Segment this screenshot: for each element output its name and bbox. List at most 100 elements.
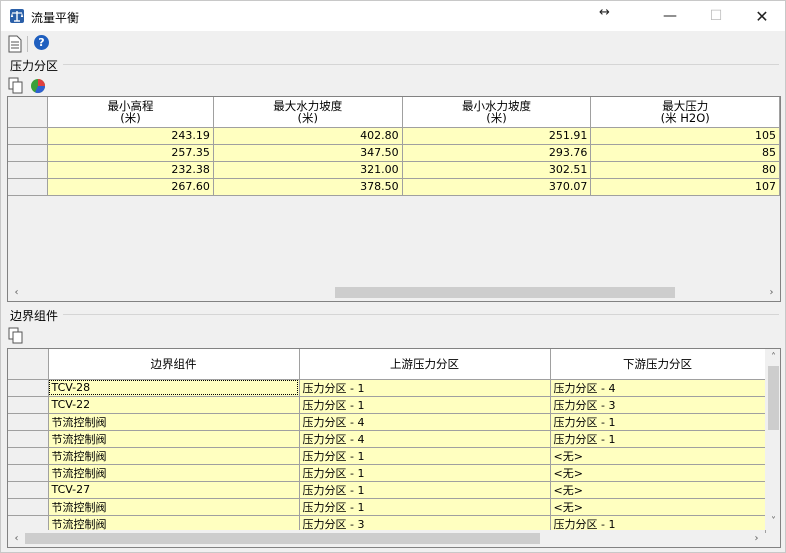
scroll-left-icon[interactable]: ‹: [8, 284, 25, 301]
row-header[interactable]: [8, 498, 49, 516]
table-row[interactable]: 243.19 402.80 251.91 105: [8, 127, 780, 145]
report-icon[interactable]: [6, 35, 24, 53]
downstream-zone-cell[interactable]: 压力分区 - 3: [550, 396, 766, 414]
column-header[interactable]: 边界组件: [48, 349, 300, 380]
downstream-zone-cell[interactable]: <无>: [550, 447, 766, 465]
toolbar-separator: [27, 36, 28, 52]
column-header[interactable]: 最大压力 (米 H2O): [590, 97, 780, 128]
min-hgl-cell[interactable]: 370.07: [402, 178, 592, 196]
column-header[interactable]: 最小水力坡度 (米): [402, 97, 592, 128]
upstream-zone-cell[interactable]: 压力分区 - 1: [299, 379, 551, 397]
row-header[interactable]: [8, 127, 49, 145]
min-elevation-cell[interactable]: 232.38: [47, 161, 214, 179]
row-header[interactable]: [8, 396, 49, 414]
scroll-down-icon[interactable]: ˅: [765, 513, 780, 530]
upstream-zone-cell[interactable]: 压力分区 - 1: [299, 498, 551, 516]
downstream-zone-cell[interactable]: <无>: [550, 464, 766, 482]
downstream-zone-cell[interactable]: 压力分区 - 1: [550, 413, 766, 431]
vertical-scrollbar[interactable]: ˄ ˅: [765, 349, 780, 530]
min-elevation-cell[interactable]: 267.60: [47, 178, 214, 196]
balance-scale-icon: [10, 9, 24, 23]
column-header[interactable]: 下游压力分区: [550, 349, 766, 380]
boundary-element-cell[interactable]: 节流控制阀: [48, 413, 300, 431]
close-button[interactable]: ✕: [739, 1, 785, 31]
main-toolbar: ?: [1, 33, 785, 55]
max-pressure-cell[interactable]: 80: [590, 161, 780, 179]
boundary-elements-title: 边界组件: [10, 309, 59, 323]
row-header[interactable]: [8, 161, 49, 179]
max-hgl-cell[interactable]: 347.50: [213, 144, 403, 162]
min-elevation-cell[interactable]: 257.35: [47, 144, 214, 162]
upstream-zone-cell[interactable]: 压力分区 - 1: [299, 464, 551, 482]
table-row[interactable]: 267.60 378.50 370.07 107: [8, 178, 780, 196]
boundary-toolbar: [7, 327, 47, 345]
downstream-zone-cell[interactable]: 压力分区 - 4: [550, 379, 766, 397]
copy-icon[interactable]: [7, 327, 25, 345]
horizontal-scrollbar[interactable]: ‹ ›: [8, 284, 780, 301]
pressure-zones-toolbar: [7, 77, 47, 95]
upstream-zone-cell[interactable]: 压力分区 - 4: [299, 413, 551, 431]
boundary-element-cell[interactable]: 节流控制阀: [48, 498, 300, 516]
minimize-button[interactable]: —: [647, 1, 693, 31]
scroll-left-icon[interactable]: ‹: [8, 530, 25, 547]
scrollbar-thumb[interactable]: [25, 533, 540, 544]
upstream-zone-cell[interactable]: 压力分区 - 1: [299, 396, 551, 414]
scroll-up-icon[interactable]: ˄: [765, 349, 780, 366]
row-header[interactable]: [8, 481, 49, 499]
table-row[interactable]: TCV-28 压力分区 - 1 压力分区 - 4: [8, 379, 766, 397]
downstream-zone-cell[interactable]: <无>: [550, 481, 766, 499]
table-row[interactable]: 节流控制阀 压力分区 - 4 压力分区 - 1: [8, 430, 766, 448]
max-hgl-cell[interactable]: 402.80: [213, 127, 403, 145]
downstream-zone-cell[interactable]: 压力分区 - 1: [550, 430, 766, 448]
column-header[interactable]: 上游压力分区: [299, 349, 551, 380]
boundary-element-cell[interactable]: 节流控制阀: [48, 464, 300, 482]
help-icon[interactable]: ?: [34, 35, 49, 50]
table-row[interactable]: 节流控制阀 压力分区 - 1 <无>: [8, 464, 766, 482]
boundary-element-cell[interactable]: TCV-28: [48, 379, 300, 397]
row-header[interactable]: [8, 413, 49, 431]
table-row[interactable]: TCV-27 压力分区 - 1 <无>: [8, 481, 766, 499]
max-pressure-cell[interactable]: 107: [590, 178, 780, 196]
table-row[interactable]: 节流控制阀 压力分区 - 1 <无>: [8, 447, 766, 465]
row-header[interactable]: [8, 379, 49, 397]
scroll-right-icon[interactable]: ›: [748, 530, 765, 547]
upstream-zone-cell[interactable]: 压力分区 - 1: [299, 481, 551, 499]
upstream-zone-cell[interactable]: 压力分区 - 1: [299, 447, 551, 465]
row-header[interactable]: [8, 144, 49, 162]
flow-balance-window: 流量平衡 ↔ — ☐ ✕ ? 压力分区 最小高程 (米) 最大水力坡度 (米) …: [0, 0, 786, 553]
downstream-zone-cell[interactable]: <无>: [550, 498, 766, 516]
scroll-right-icon[interactable]: ›: [763, 284, 780, 301]
copy-icon[interactable]: [7, 77, 25, 95]
upstream-zone-cell[interactable]: 压力分区 - 4: [299, 430, 551, 448]
table-row[interactable]: 节流控制阀 压力分区 - 1 <无>: [8, 498, 766, 516]
min-hgl-cell[interactable]: 251.91: [402, 127, 592, 145]
boundary-element-cell[interactable]: TCV-27: [48, 481, 300, 499]
row-header[interactable]: [8, 430, 49, 448]
table-row[interactable]: TCV-22 压力分区 - 1 压力分区 - 3: [8, 396, 766, 414]
row-header[interactable]: [8, 447, 49, 465]
max-pressure-cell[interactable]: 85: [590, 144, 780, 162]
min-hgl-cell[interactable]: 293.76: [402, 144, 592, 162]
max-hgl-cell[interactable]: 321.00: [213, 161, 403, 179]
maximize-button[interactable]: ☐: [693, 1, 739, 31]
column-header[interactable]: 最大水力坡度 (米): [213, 97, 403, 128]
boundary-element-cell[interactable]: TCV-22: [48, 396, 300, 414]
boundary-element-cell[interactable]: 节流控制阀: [48, 447, 300, 465]
boundary-elements-grid: 边界组件 上游压力分区 下游压力分区 TCV-28 压力分区 - 1 压力分区 …: [7, 348, 781, 548]
boundary-element-cell[interactable]: 节流控制阀: [48, 430, 300, 448]
column-header[interactable]: 最小高程 (米): [47, 97, 214, 128]
max-hgl-cell[interactable]: 378.50: [213, 178, 403, 196]
table-row[interactable]: 232.38 321.00 302.51 80: [8, 161, 780, 179]
table-row[interactable]: 257.35 347.50 293.76 85: [8, 144, 780, 162]
scrollbar-thumb[interactable]: [335, 287, 675, 298]
min-elevation-cell[interactable]: 243.19: [47, 127, 214, 145]
min-hgl-cell[interactable]: 302.51: [402, 161, 592, 179]
row-header[interactable]: [8, 178, 49, 196]
row-header[interactable]: [8, 464, 49, 482]
table-row[interactable]: 节流控制阀 压力分区 - 4 压力分区 - 1: [8, 413, 766, 431]
title-bar: 流量平衡 ↔ — ☐ ✕: [1, 1, 785, 31]
scrollbar-thumb[interactable]: [768, 366, 779, 430]
max-pressure-cell[interactable]: 105: [590, 127, 780, 145]
pie-chart-icon[interactable]: [30, 78, 46, 94]
horizontal-scrollbar[interactable]: ‹ ›: [8, 530, 765, 547]
